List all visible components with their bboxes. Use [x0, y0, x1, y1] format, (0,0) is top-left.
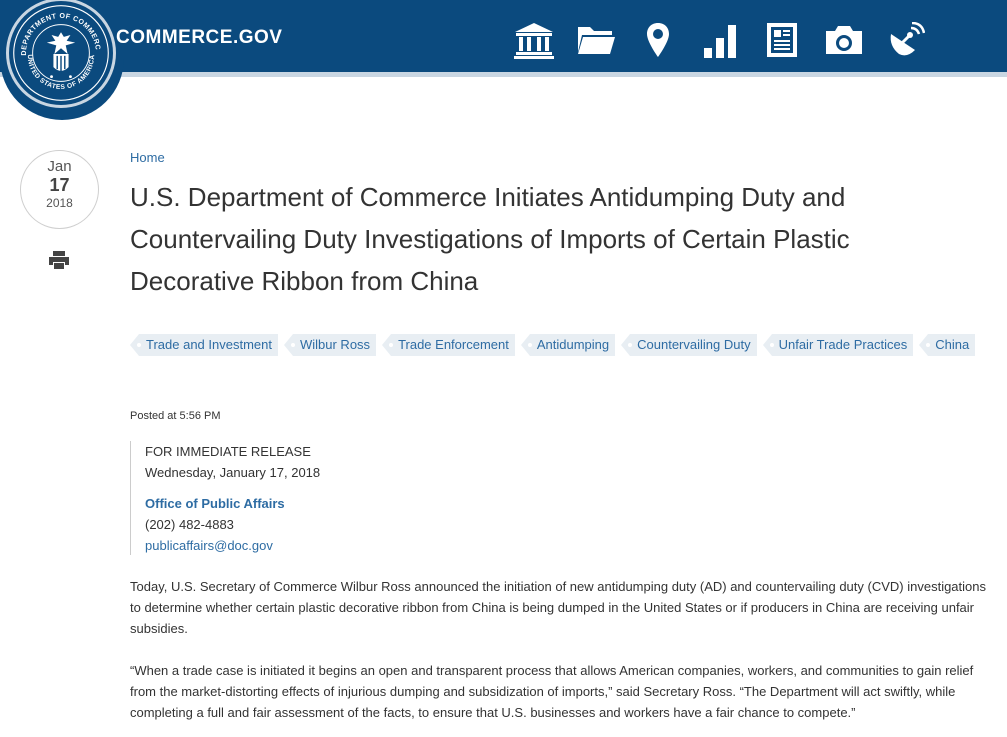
release-date: Wednesday, January 17, 2018 [145, 465, 321, 480]
department-seal-logo[interactable]: DEPARTMENT OF COMMERCE UNITED STATES OF … [6, 0, 116, 108]
breadcrumb-home[interactable]: Home [130, 150, 165, 165]
date-year: 2018 [46, 196, 73, 210]
posted-time: Posted at 5:56 PM [130, 410, 221, 422]
bank-icon[interactable] [503, 18, 565, 62]
date-badge: Jan 17 2018 [20, 150, 99, 229]
print-icon[interactable] [48, 250, 70, 270]
tag-trade-and-investment[interactable]: Trade and Investment [130, 334, 278, 356]
office-link[interactable]: Office of Public Affairs [145, 493, 530, 514]
tag-list: Trade and Investment Wilbur Ross Trade E… [130, 334, 990, 356]
release-label: FOR IMMEDIATE RELEASE [145, 444, 311, 459]
site-name[interactable]: COMMERCE.GOV [116, 27, 282, 49]
body-paragraph: “When a trade case is initiated it begin… [130, 663, 974, 720]
top-nav [503, 18, 937, 62]
release-phone: (202) 482-4883 [145, 517, 234, 532]
release-info: FOR IMMEDIATE RELEASE Wednesday, January… [130, 441, 530, 555]
tag-trade-enforcement[interactable]: Trade Enforcement [382, 334, 515, 356]
tag-china[interactable]: China [919, 334, 976, 356]
tag-antidumping[interactable]: Antidumping [520, 334, 616, 356]
email-link[interactable]: publicaffairs@doc.gov [145, 535, 530, 556]
header-stripe [0, 72, 1007, 77]
folder-icon[interactable] [565, 18, 627, 62]
tag-countervailing-duty[interactable]: Countervailing Duty [621, 334, 757, 356]
tag-wilbur-ross[interactable]: Wilbur Ross [283, 334, 377, 356]
body-paragraph: Today, U.S. Secretary of Commerce Wilbur… [130, 579, 987, 636]
seal-container[interactable]: DEPARTMENT OF COMMERCE UNITED STATES OF … [0, 0, 124, 120]
satellite-icon[interactable] [875, 18, 937, 62]
map-pin-icon[interactable] [627, 18, 689, 62]
bar-chart-icon[interactable] [689, 18, 751, 62]
date-month: Jan [47, 158, 72, 175]
camera-icon[interactable] [813, 18, 875, 62]
newspaper-icon[interactable] [751, 18, 813, 62]
page-title: U.S. Department of Commerce Initiates An… [130, 182, 850, 296]
date-day: 17 [49, 175, 70, 195]
tag-unfair-trade-practices[interactable]: Unfair Trade Practices [762, 334, 914, 356]
